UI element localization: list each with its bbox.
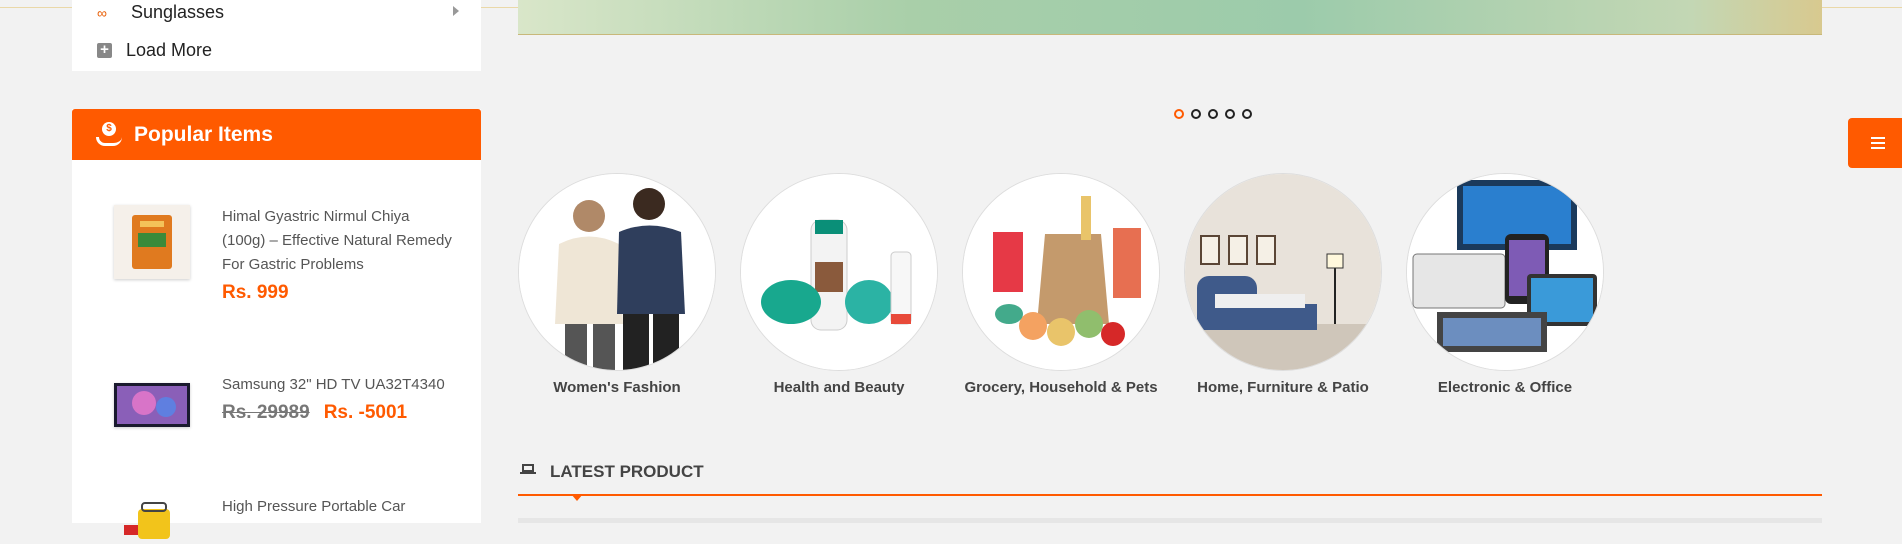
category-label[interactable]: Electronic & Office [1406, 379, 1604, 396]
category-image[interactable] [1184, 173, 1382, 371]
product-name[interactable]: Himal Gyastric Nirmul Chiya (100g) – Eff… [222, 205, 454, 277]
slider-dot[interactable] [1225, 109, 1235, 119]
slider-dot[interactable] [1174, 109, 1184, 119]
category-card[interactable]: Home, Furniture & Patio [1184, 173, 1382, 396]
hand-coin-icon: $ [96, 121, 122, 148]
product-info: Himal Gyastric Nirmul Chiya (100g) – Eff… [222, 205, 454, 305]
product-grid-edge [518, 518, 1822, 523]
chevron-right-icon[interactable] [453, 6, 459, 16]
product-name[interactable]: High Pressure Portable Car [222, 495, 454, 519]
category-card[interactable]: Electronic & Office [1406, 173, 1604, 396]
product-price: Rs. -5001 [323, 402, 408, 423]
category-card[interactable]: Grocery, Household & Pets [962, 173, 1160, 396]
side-panel-toggle[interactable] [1848, 118, 1902, 168]
category-image[interactable] [1406, 173, 1604, 371]
hero-banner[interactable] [518, 0, 1822, 35]
slider-dot[interactable] [1242, 109, 1252, 119]
load-more-button[interactable]: + Load More [97, 40, 212, 61]
category-item-sunglasses[interactable]: ∞ Sunglasses [97, 2, 224, 23]
category-card[interactable]: Women's Fashion [518, 173, 716, 396]
sunglasses-icon: ∞ [97, 4, 107, 21]
latest-product-heading: LATEST PRODUCT [518, 458, 1822, 501]
section-title: LATEST PRODUCT [550, 462, 704, 481]
popular-items-title: Popular Items [134, 122, 273, 146]
product-thumbnail[interactable] [114, 205, 190, 279]
product-thumbnail[interactable] [114, 499, 190, 539]
category-label[interactable]: Health and Beauty [740, 379, 938, 396]
popular-items-header: $ Popular Items [72, 109, 481, 160]
slider-dot[interactable] [1208, 109, 1218, 119]
product-price: Rs. 999 [222, 282, 289, 303]
slider-dot[interactable] [1191, 109, 1201, 119]
category-carousel: Women's Fashion Health and Beauty Grocer… [518, 173, 1604, 396]
category-image[interactable] [962, 173, 1160, 371]
category-menu: ∞ Sunglasses + Load More [72, 0, 481, 71]
product-info: Samsung 32" HD TV UA32T4340 Rs. 29989 Rs.… [222, 373, 454, 425]
product-old-price: Rs. 29989 [222, 402, 310, 423]
load-more-label: Load More [126, 40, 213, 60]
category-label[interactable]: Women's Fashion [518, 379, 716, 396]
popular-items-panel: $ Popular Items Himal Gyastric Nirmul Ch… [72, 109, 481, 539]
product-thumbnail[interactable] [114, 383, 190, 427]
product-info: High Pressure Portable Car [222, 495, 454, 519]
category-label[interactable]: Home, Furniture & Patio [1184, 379, 1382, 396]
category-image[interactable] [740, 173, 938, 371]
laptop-icon [520, 464, 536, 475]
category-label: Sunglasses [131, 2, 225, 22]
category-label[interactable]: Grocery, Household & Pets [962, 379, 1160, 396]
product-name[interactable]: Samsung 32" HD TV UA32T4340 [222, 373, 454, 397]
slider-pagination [1174, 109, 1252, 119]
caret-down-icon [571, 494, 583, 501]
menu-icon [1871, 137, 1885, 152]
category-card[interactable]: Health and Beauty [740, 173, 938, 396]
product-price-row: Rs. 29989 Rs. -5001 [222, 401, 454, 425]
category-image[interactable] [518, 173, 716, 371]
plus-square-icon: + [97, 42, 112, 58]
